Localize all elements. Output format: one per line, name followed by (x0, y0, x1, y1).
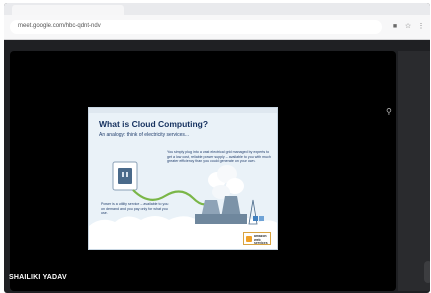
rail-toggle-button[interactable] (424, 261, 430, 283)
aws-logo: amazon web services (243, 232, 271, 245)
pin-icon[interactable]: ⚲ (386, 107, 392, 116)
address-text: meet.google.com/hbc-qdnt-ndv (18, 23, 101, 29)
browser-tab[interactable] (12, 5, 124, 15)
menu-icon[interactable]: ⋮ (416, 22, 426, 32)
camera-icon[interactable]: ■ (390, 22, 400, 32)
slide-title: What is Cloud Computing? (99, 119, 209, 129)
shared-slide: What is Cloud Computing? An analogy: thi… (88, 107, 278, 250)
aws-logo-icon (246, 236, 252, 242)
meet-window: meet.google.com/hbc-qdnt-ndv ■ ☆ ⋮ ⚲ Wha… (4, 3, 430, 293)
aws-logo-text: amazon web services (254, 234, 268, 246)
participant-rail (398, 51, 430, 291)
presenter-name: SHAILIKI YADAV (9, 274, 67, 281)
slide-illustration (89, 161, 277, 249)
bookmark-icon[interactable]: ☆ (403, 22, 413, 32)
slide-subtitle: An analogy: think of electricity service… (99, 132, 190, 138)
tab-strip (4, 3, 430, 15)
slide-paragraph-1: You simply plug into a vast electrical g… (167, 150, 271, 164)
address-bar[interactable]: meet.google.com/hbc-qdnt-ndv (10, 20, 382, 34)
slide-paragraph-2: Power is a utility service – available t… (101, 202, 169, 216)
